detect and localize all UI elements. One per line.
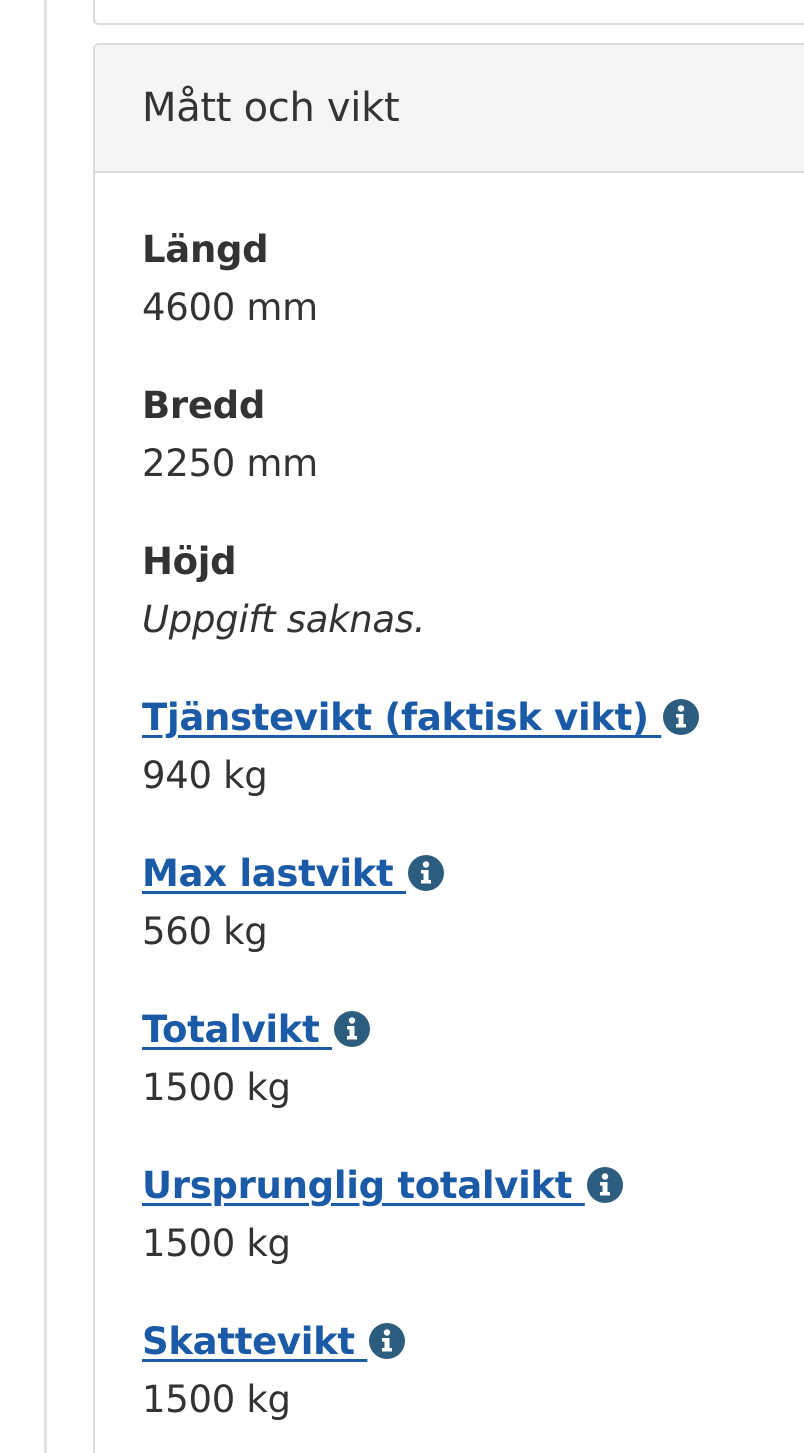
- max-load-link[interactable]: Max lastvikt: [142, 852, 406, 895]
- left-rail: [44, 0, 47, 1453]
- field-value: 560 kg: [142, 910, 268, 953]
- field-original-total-weight: Ursprunglig totalvikt 1500 kg: [142, 1159, 804, 1315]
- curb-weight-link[interactable]: Tjänstevikt (faktisk vikt): [142, 696, 661, 739]
- field-height: Höjd Uppgift saknas.: [142, 535, 804, 691]
- info-circle-icon[interactable]: [586, 1167, 623, 1203]
- field-value-missing: Uppgift saknas.: [142, 598, 426, 641]
- info-circle-icon[interactable]: [663, 699, 700, 735]
- field-length: Längd 4600 mm: [142, 223, 804, 379]
- field-label-row: Tjänstevikt (faktisk vikt): [142, 691, 804, 745]
- tax-weight-link[interactable]: Skattevikt: [142, 1320, 367, 1363]
- panel-header: Mått och vikt: [95, 45, 804, 173]
- original-total-weight-link[interactable]: Ursprunglig totalvikt: [142, 1164, 585, 1207]
- field-value: 940 kg: [142, 754, 268, 797]
- field-max-load: Max lastvikt 560 kg: [142, 847, 804, 1003]
- field-label-row: Skattevikt: [142, 1315, 804, 1369]
- dimensions-weight-panel: Mått och vikt Längd 4600 mm Bredd 2250 m…: [93, 43, 804, 1453]
- field-label: Bredd: [142, 384, 266, 427]
- field-value: 4600 mm: [142, 286, 318, 329]
- field-label: Höjd: [142, 540, 237, 583]
- panel-body: Längd 4600 mm Bredd 2250 mm Höjd Uppgift…: [95, 173, 804, 1453]
- page: Mått och vikt Längd 4600 mm Bredd 2250 m…: [0, 0, 804, 1453]
- previous-section-card: [93, 0, 804, 25]
- field-value: 1500 kg: [142, 1222, 291, 1265]
- field-value: 1500 kg: [142, 1066, 291, 1109]
- field-value: 2250 mm: [142, 442, 318, 485]
- field-label-row: Ursprunglig totalvikt: [142, 1159, 804, 1213]
- field-label-row: Totalvikt: [142, 1003, 804, 1057]
- panel-title: Mått och vikt: [142, 85, 400, 131]
- field-label-row: Max lastvikt: [142, 847, 804, 901]
- field-curb-weight: Tjänstevikt (faktisk vikt) 940 kg: [142, 691, 804, 847]
- total-weight-link[interactable]: Totalvikt: [142, 1008, 332, 1051]
- field-value: 1500 kg: [142, 1378, 291, 1421]
- info-circle-icon[interactable]: [369, 1323, 406, 1359]
- info-circle-icon[interactable]: [407, 855, 444, 891]
- field-total-weight: Totalvikt 1500 kg: [142, 1003, 804, 1159]
- info-circle-icon[interactable]: [334, 1011, 371, 1047]
- field-label: Längd: [142, 228, 269, 271]
- field-tax-weight: Skattevikt 1500 kg: [142, 1315, 804, 1453]
- field-width: Bredd 2250 mm: [142, 379, 804, 535]
